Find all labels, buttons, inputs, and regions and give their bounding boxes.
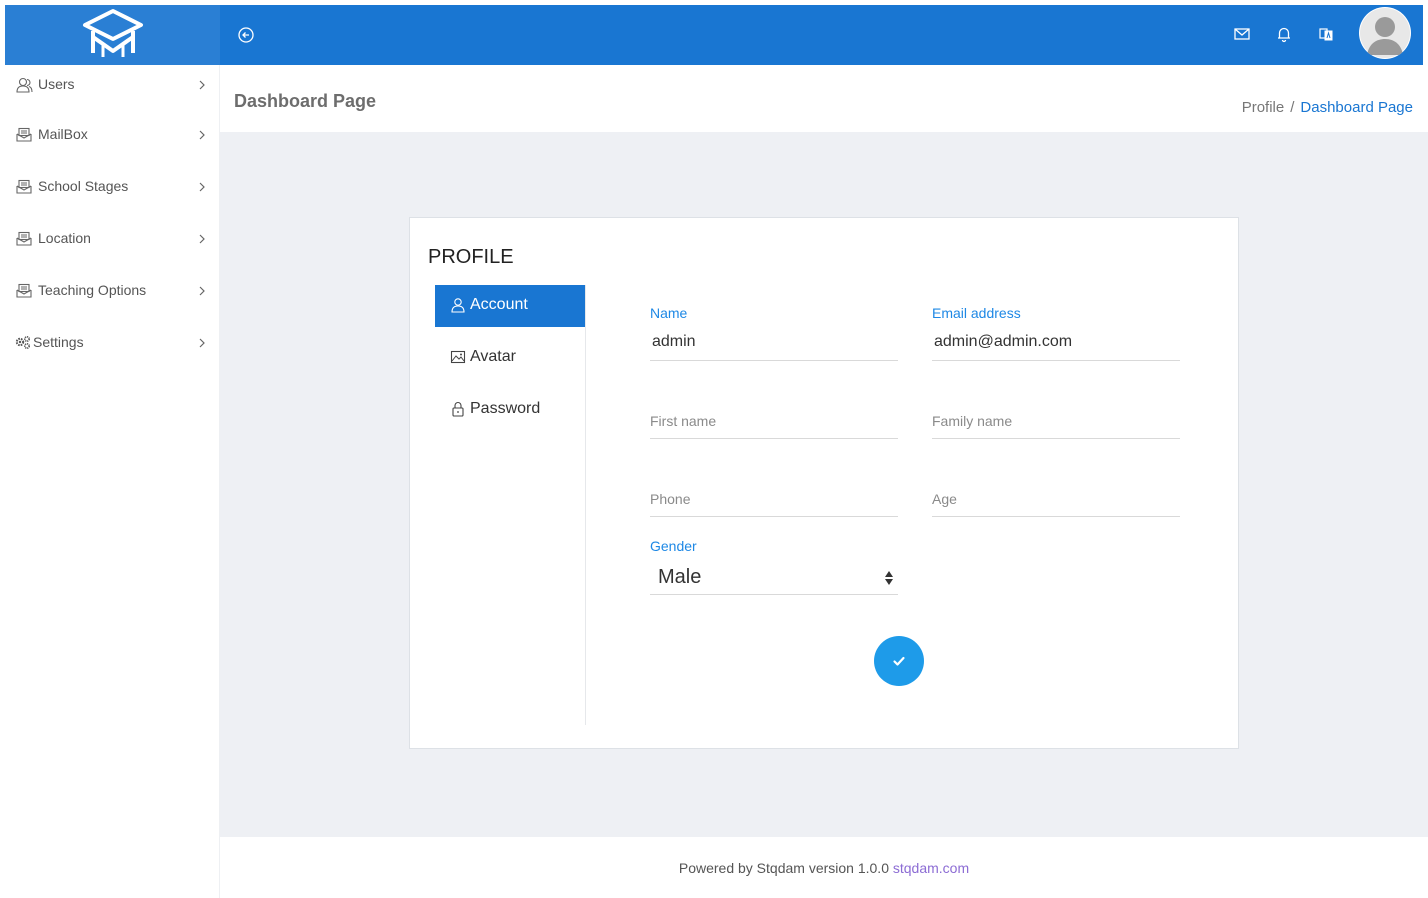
tab-avatar[interactable]: Avatar xyxy=(435,337,585,379)
sidebar-item-label: School Stages xyxy=(38,178,129,194)
tab-label: Account xyxy=(470,296,528,313)
name-underline xyxy=(650,360,898,361)
footer-text: Powered by Stqdam version 1.0.0 stqdam.c… xyxy=(220,860,1428,876)
family-name-field[interactable]: Family name xyxy=(932,412,1180,442)
mailbox-icon xyxy=(16,127,32,142)
gender-underline xyxy=(650,594,898,595)
page-title: Dashboard Page xyxy=(234,91,377,111)
name-field: Name xyxy=(650,304,898,364)
breadcrumb-item-profile[interactable]: Profile xyxy=(1242,99,1285,116)
profile-title: PROFILE xyxy=(428,246,514,268)
chevron-right-icon xyxy=(199,338,205,348)
sidebar-item-location[interactable]: Location xyxy=(5,219,220,259)
image-icon xyxy=(450,350,466,364)
first-name-field[interactable]: First name xyxy=(650,412,898,442)
phone-field[interactable]: Phone xyxy=(650,490,898,520)
logo[interactable] xyxy=(5,5,220,65)
select-arrows-icon xyxy=(885,571,893,585)
tab-password[interactable]: Password xyxy=(435,389,585,431)
arrow-left-circle-icon xyxy=(238,27,254,43)
lock-icon xyxy=(452,402,464,417)
sidebar-item-label: MailBox xyxy=(38,126,88,142)
email-field: Email address xyxy=(932,304,1180,364)
chevron-right-icon xyxy=(199,286,205,296)
sidebar-item-users[interactable]: Users xyxy=(5,65,220,105)
chevron-right-icon xyxy=(199,234,205,244)
phone-underline xyxy=(650,516,898,517)
breadcrumb-item-dashboard[interactable]: Dashboard Page xyxy=(1300,99,1413,116)
gender-select[interactable]: Male xyxy=(650,548,898,598)
age-label: Age xyxy=(932,491,957,507)
sidebar-item-label: Settings xyxy=(33,334,84,350)
tab-account[interactable]: Account xyxy=(435,285,585,327)
first-name-label: First name xyxy=(650,413,717,429)
mail-icon xyxy=(1234,28,1250,40)
sidebar-item-label: Users xyxy=(38,76,75,92)
sidebar-toggle-button[interactable] xyxy=(237,26,255,44)
name-label: Name xyxy=(650,305,688,321)
email-label: Email address xyxy=(932,305,1021,321)
first-name-underline xyxy=(650,438,898,439)
notifications-button[interactable] xyxy=(1275,25,1293,43)
age-underline xyxy=(932,516,1180,517)
language-button[interactable] xyxy=(1317,25,1335,43)
bell-icon xyxy=(1278,27,1290,43)
email-underline xyxy=(932,360,1180,361)
age-field[interactable]: Age xyxy=(932,490,1180,520)
user-avatar-button[interactable] xyxy=(1359,7,1411,59)
family-name-underline xyxy=(932,438,1180,439)
page-header: Dashboard Page Profile / Dashboard Page xyxy=(220,65,1428,132)
chevron-right-icon xyxy=(199,80,205,90)
user-icon xyxy=(451,298,465,313)
users-icon xyxy=(16,77,33,93)
mailbox-icon xyxy=(16,231,32,246)
gears-icon xyxy=(15,335,31,350)
footer: Powered by Stqdam version 1.0.0 stqdam.c… xyxy=(220,837,1428,898)
top-navbar xyxy=(5,5,1423,65)
translate-icon xyxy=(1319,28,1333,41)
tab-label: Password xyxy=(470,400,541,417)
gender-value: Male xyxy=(658,566,702,588)
sidebar-item-label: Teaching Options xyxy=(38,282,147,298)
name-input[interactable] xyxy=(650,330,898,354)
tab-label: Avatar xyxy=(470,348,516,365)
phone-label: Phone xyxy=(650,491,691,507)
family-name-label: Family name xyxy=(932,413,1013,429)
footer-powered-by: Powered by Stqdam version 1.0.0 xyxy=(678,860,889,876)
check-icon xyxy=(893,656,905,666)
save-button[interactable] xyxy=(874,636,924,686)
main-content: PROFILE Account Avatar Password Name adm… xyxy=(220,132,1428,837)
sidebar-item-teaching-options[interactable]: Teaching Options xyxy=(5,271,220,311)
mail-button[interactable] xyxy=(1233,25,1251,43)
mailbox-icon xyxy=(16,179,32,194)
mailbox-icon xyxy=(16,283,32,298)
breadcrumb: Profile / Dashboard Page xyxy=(1242,99,1413,116)
sidebar: Users MailBox School Stages Location Tea… xyxy=(5,65,220,898)
email-input[interactable] xyxy=(932,330,1180,354)
chevron-right-icon xyxy=(199,130,205,140)
graduation-cap-logo-icon xyxy=(82,9,143,57)
profile-tabs: Account Avatar Password xyxy=(435,285,586,725)
sidebar-item-mailbox[interactable]: MailBox xyxy=(5,115,220,155)
sidebar-item-school-stages[interactable]: School Stages xyxy=(5,167,220,207)
breadcrumb-separator: / xyxy=(1290,99,1295,116)
footer-link[interactable]: stqdam.com xyxy=(893,860,969,876)
user-avatar-icon xyxy=(1360,8,1410,58)
sidebar-item-settings[interactable]: Settings xyxy=(5,323,220,363)
chevron-right-icon xyxy=(199,182,205,192)
sidebar-item-label: Location xyxy=(38,230,91,246)
profile-card: PROFILE Account Avatar Password Name adm… xyxy=(409,217,1239,749)
